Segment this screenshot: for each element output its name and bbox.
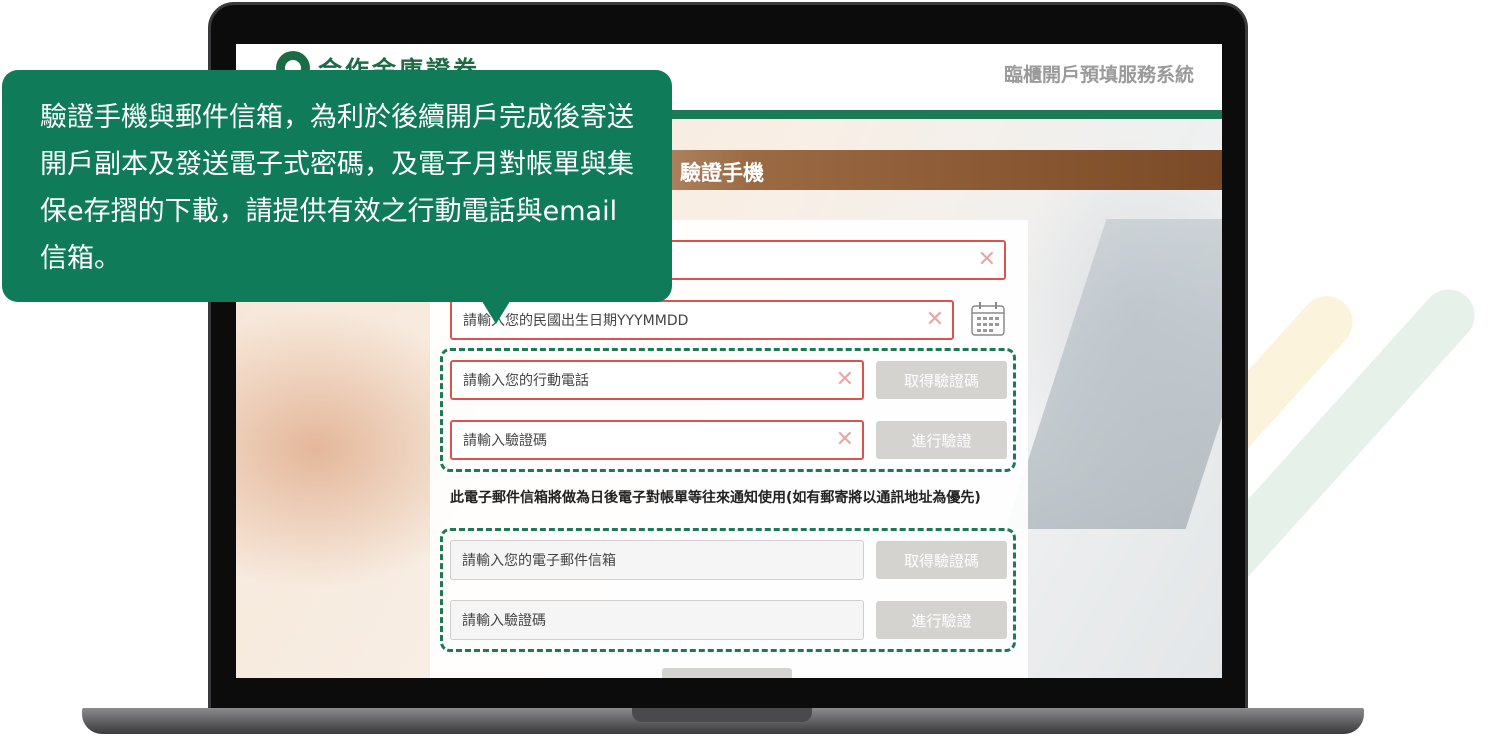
get-email-code-button[interactable]: 取得驗證碼 bbox=[876, 541, 1007, 579]
clear-icon[interactable]: ✕ bbox=[978, 249, 996, 271]
background-laptop-image bbox=[1005, 219, 1222, 529]
laptop-notch bbox=[632, 708, 812, 722]
get-mobile-code-button[interactable]: 取得驗證碼 bbox=[876, 361, 1007, 399]
system-name: 臨櫃開戶預填服務系統 bbox=[1003, 64, 1194, 86]
verify-email-button[interactable]: 進行驗證 bbox=[876, 601, 1007, 639]
calendar-icon[interactable] bbox=[970, 301, 1006, 337]
email-code-placeholder: 請輸入驗證碼 bbox=[462, 613, 546, 629]
mobile-input[interactable]: 請輸入您的行動電話 ✕ bbox=[450, 360, 864, 400]
section-title: 驗證手機 bbox=[680, 161, 764, 185]
birthdate-input[interactable]: 請輸入您的民國出生日期YYYMMDD ✕ bbox=[450, 300, 954, 340]
mobile-placeholder: 請輸入您的行動電話 bbox=[463, 373, 589, 389]
email-note: 此電子郵件信箱將做為日後電子對帳單等往來通知使用(如有郵寄將以通訊地址為優先) bbox=[450, 490, 981, 506]
email-code-input[interactable]: 請輸入驗證碼 bbox=[450, 600, 864, 640]
callout-text: 驗證手機與郵件信箱，為利於後續開戶完成後寄送開戶副本及發送電子式密碼，及電子月對… bbox=[40, 102, 634, 274]
submit-button[interactable] bbox=[662, 668, 792, 678]
email-placeholder: 請輸入您的電子郵件信箱 bbox=[462, 553, 616, 569]
callout-pointer bbox=[480, 298, 512, 324]
mobile-code-input[interactable]: 請輸入驗證碼 ✕ bbox=[450, 420, 864, 460]
verify-mobile-button[interactable]: 進行驗證 bbox=[876, 421, 1007, 459]
email-input[interactable]: 請輸入您的電子郵件信箱 bbox=[450, 540, 864, 580]
clear-icon[interactable]: ✕ bbox=[836, 369, 854, 391]
clear-icon[interactable]: ✕ bbox=[926, 309, 944, 331]
mobile-code-placeholder: 請輸入驗證碼 bbox=[463, 433, 547, 449]
clear-icon[interactable]: ✕ bbox=[836, 429, 854, 451]
